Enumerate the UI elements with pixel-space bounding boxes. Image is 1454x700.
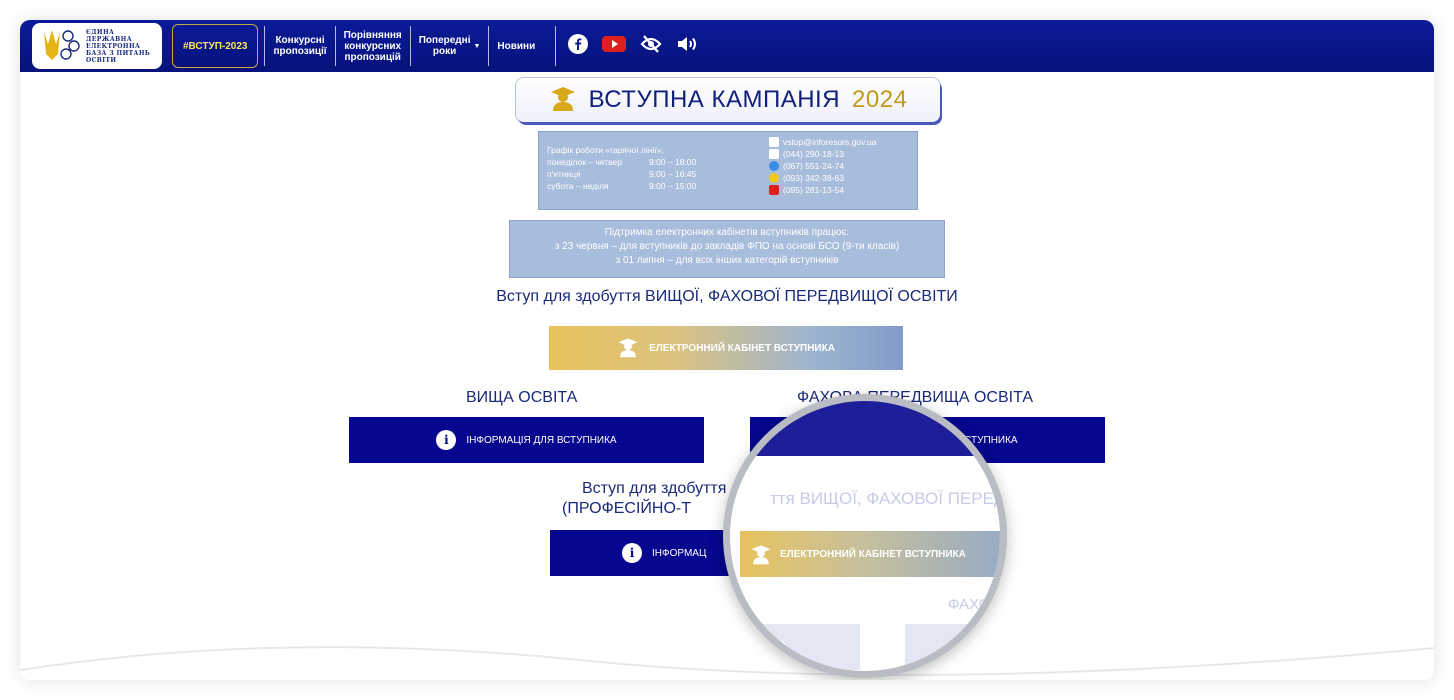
speaker-sound-icon[interactable] [676, 34, 700, 59]
schedule-row: субота – неділя 9:00 – 15:00 [547, 181, 697, 191]
lens-heading: ття ВИЩОЇ, ФАХОВОЇ ПЕРЕД [770, 489, 1006, 508]
email-link[interactable]: vstup@inforesurs.gov.ua [783, 136, 877, 148]
edebo-logo[interactable]: ЄДИНА ДЕРЖАВНА ЕЛЕКТРОННА БАЗА З ПИТАНЬ … [32, 23, 162, 69]
lens-ecab-content: ЕЛЕКТРОННИЙ КАБІНЕТ ВСТУПНИКА [750, 543, 966, 565]
nav-compare-offers[interactable]: Порівняння конкурсних пропозицій [334, 26, 410, 66]
phone-number[interactable]: (044) 290-18-13 [783, 148, 844, 160]
lens-button-fragment-right [905, 624, 1000, 670]
campaign-banner: ВСТУПНА КАМПАНІЯ 2024 [516, 78, 940, 122]
kyivstar-icon [769, 161, 779, 171]
graduate-icon [617, 336, 639, 361]
graduate-icon [549, 85, 577, 116]
vodafone-icon [769, 185, 779, 195]
accessibility-hidden-eye-icon[interactable] [640, 34, 662, 59]
lifecell-icon [769, 173, 779, 183]
hotline-info: Графік роботи «гарячої лінії»: понеділок… [538, 131, 918, 210]
social-links [555, 26, 700, 66]
electronic-cabinet-button[interactable]: ЕЛЕКТРОННИЙ КАБІНЕТ ВСТУПНИКА [549, 326, 903, 370]
info-icon: i [436, 430, 457, 450]
schedule-row: понеділок – четвер 9:00 – 18:00 [547, 157, 697, 167]
schedule-row: п'ятниця 9:00 – 16:45 [547, 169, 697, 179]
section-heading-vocational-line2: (ПРОФЕСІЙНО-Т [562, 500, 692, 517]
youtube-icon[interactable] [602, 35, 627, 58]
support-notice: Підтримка електронних кабінетів вступник… [509, 220, 945, 278]
campaign-year: 2024 [852, 86, 908, 113]
logo-text: ЄДИНА ДЕРЖАВНА ЕЛЕКТРОННА БАЗА З ПИТАНЬ … [86, 28, 151, 64]
phone-icon [769, 149, 779, 159]
nav-vstup-2023[interactable]: #ВСТУП-2023 [172, 24, 259, 68]
phone-number[interactable]: (093) 342-38-63 [783, 172, 844, 184]
magnifier-lens: ття ВИЩОЇ, ФАХОВОЇ ПЕРЕД ЕЛЕКТРОННИЙ КАБ… [723, 394, 1007, 678]
browser-frame: ЄДИНА ДЕРЖАВНА ЕЛЕКТРОННА БАЗА З ПИТАНЬ … [20, 20, 1434, 680]
lens-button-letter: А [778, 637, 788, 653]
campaign-title: ВСТУПНА КАМПАНІЯ [588, 86, 841, 113]
lens-col-title: ФАХОВ [948, 596, 1001, 613]
section-heading-vocational: Вступ для здобуття [582, 480, 727, 497]
lens-info-button-fragment [730, 401, 1000, 456]
nav-news[interactable]: Новини [488, 26, 543, 66]
email-icon [769, 137, 779, 147]
bottom-wave [20, 646, 1434, 680]
nav-competitive-offers[interactable]: Конкурсні пропозиції [264, 26, 334, 66]
info-for-applicant-button-higher[interactable]: i ІНФОРМАЦІЯ ДЛЯ ВСТУПНИКА [349, 417, 704, 463]
graduate-icon [751, 545, 771, 565]
info-for-applicant-button-vocational[interactable]: i ІНФОРМАЦ [550, 530, 730, 576]
lens-button-fragment-left [760, 624, 860, 670]
top-navbar: ЄДИНА ДЕРЖАВНА ЕЛЕКТРОННА БАЗА З ПИТАНЬ … [20, 20, 1434, 72]
section-heading-higher-education: Вступ для здобуття ВИЩОЇ, ФАХОВОЇ ПЕРЕДВ… [496, 288, 958, 305]
trident-logo-icon [38, 26, 82, 66]
hotline-header: Графік роботи «гарячої лінії»: [547, 145, 664, 155]
phone-number[interactable]: (067) 551-24-74 [783, 160, 844, 172]
info-icon: i [622, 543, 642, 563]
higher-education-title: ВИЩА ОСВІТА [466, 389, 578, 406]
phone-number[interactable]: (095) 281-13-54 [783, 184, 844, 196]
facebook-icon[interactable] [568, 33, 589, 59]
caret-down-icon: ▼ [473, 42, 481, 50]
nav-previous-years[interactable]: Попередні роки ▼ [409, 26, 489, 66]
